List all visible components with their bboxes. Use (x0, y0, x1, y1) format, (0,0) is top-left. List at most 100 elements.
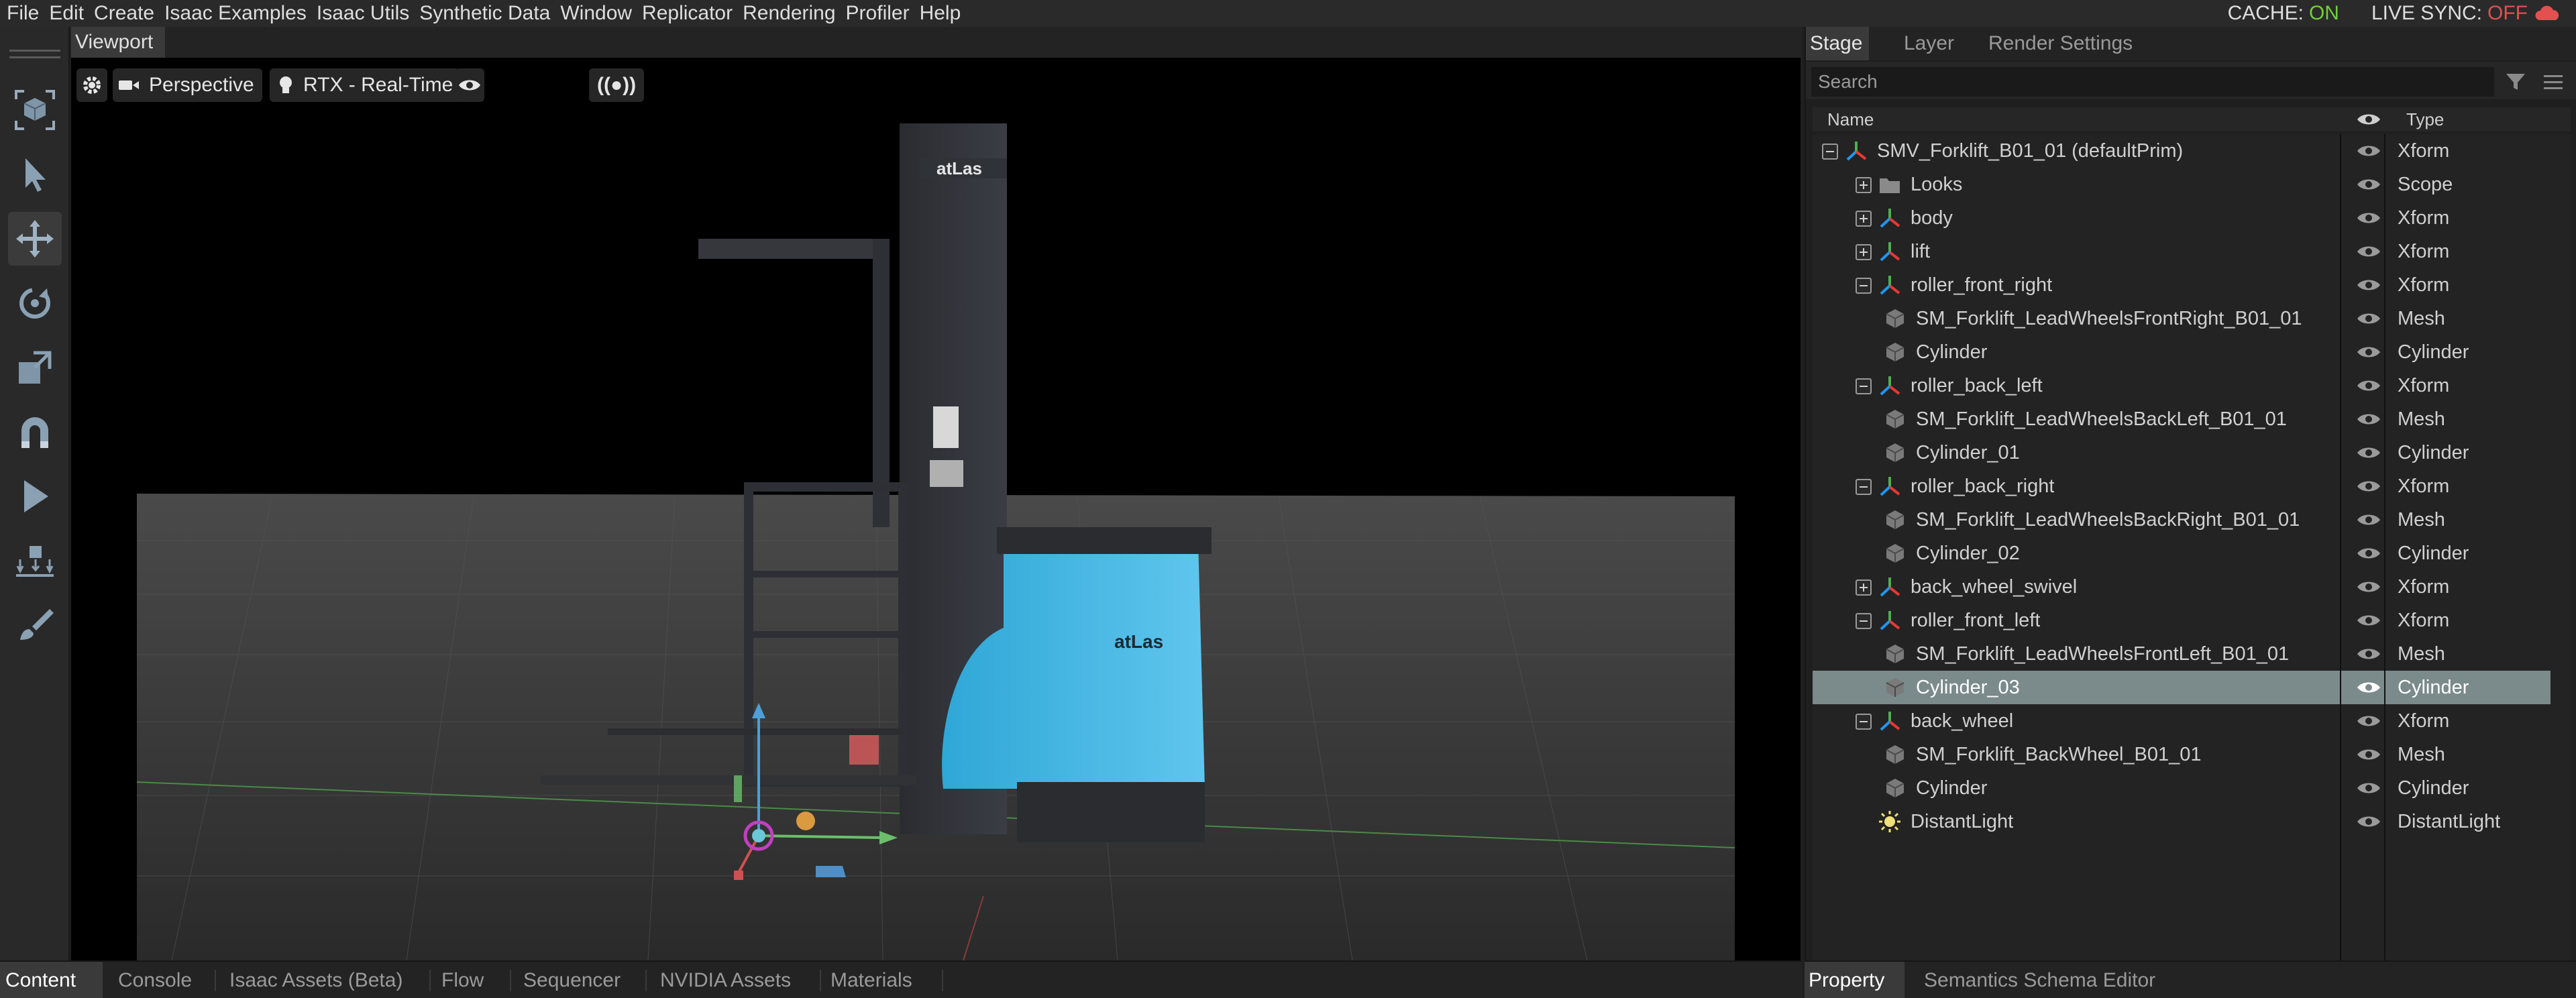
tab-nvidia-assets[interactable]: NVIDIA Assets (652, 962, 799, 998)
visibility-eye-icon[interactable] (2356, 612, 2381, 628)
visibility-menu-button[interactable] (455, 68, 484, 102)
collapse-icon[interactable] (1856, 479, 1872, 495)
visibility-eye-icon[interactable] (2356, 512, 2381, 528)
menu-file[interactable]: File (0, 2, 42, 25)
tab-stage[interactable]: Stage (1806, 27, 1870, 60)
visibility-eye-icon[interactable] (2356, 243, 2381, 260)
stage-tree-row[interactable]: SM_Forklift_LeadWheelsBackLeft_B01_01 Mes… (1813, 402, 2571, 436)
tab-content[interactable]: Content (0, 962, 103, 998)
visibility-eye-icon[interactable] (2356, 545, 2381, 561)
tab-console[interactable]: Console (110, 962, 200, 998)
cache-status[interactable]: ON (2309, 2, 2339, 25)
expand-icon[interactable] (1856, 579, 1872, 596)
viewport-tab[interactable]: Viewport (71, 27, 166, 58)
visibility-eye-icon[interactable] (2356, 780, 2381, 796)
paint-icon[interactable] (8, 598, 62, 652)
renderer-dropdown[interactable]: RTX - Real-Time (270, 68, 460, 102)
visibility-eye-icon[interactable] (2356, 277, 2381, 293)
stage-tree-row[interactable]: Looks Scope (1813, 168, 2571, 201)
visibility-eye-icon[interactable] (2356, 646, 2381, 662)
stage-tree-row[interactable]: roller_front_left Xform (1813, 604, 2571, 637)
stage-tree-row[interactable]: roller_back_left Xform (1813, 369, 2571, 402)
snap-icon[interactable] (8, 405, 62, 459)
viewport[interactable]: atLas atLas Perspective RTX - Real-Time … (71, 58, 1801, 960)
tab-property[interactable]: Property (1805, 962, 1905, 998)
tab-materials[interactable]: Materials (822, 962, 920, 998)
cloud-icon[interactable] (2534, 5, 2561, 21)
menu-help[interactable]: Help (913, 2, 965, 25)
stage-tree-row[interactable]: SM_Forklift_LeadWheelsFrontLeft_B01_01 Me… (1813, 637, 2571, 671)
gizmo-plane-handle[interactable] (734, 775, 742, 802)
expand-icon[interactable] (1856, 177, 1872, 193)
visibility-eye-icon[interactable] (2356, 814, 2381, 830)
stage-tree-row[interactable]: Cylinder_03 Cylinder (1813, 671, 2551, 704)
menu-rendering[interactable]: Rendering (736, 2, 839, 25)
drop-to-ground-icon[interactable] (8, 534, 62, 588)
menu-edit[interactable]: Edit (42, 2, 87, 25)
stage-tree-row[interactable]: lift Xform (1813, 235, 2571, 268)
stage-tree-row[interactable]: Cylinder_02 Cylinder (1813, 537, 2571, 570)
stage-search-input[interactable] (1811, 67, 2494, 97)
gizmo-xz-plane[interactable] (816, 866, 846, 877)
collapse-icon[interactable] (1856, 714, 1872, 730)
stage-tree-row[interactable]: body Xform (1813, 201, 2571, 235)
expand-icon[interactable] (1856, 211, 1872, 227)
tab-semantics-schema-editor[interactable]: Semantics Schema Editor (1916, 962, 2163, 998)
menu-profiler[interactable]: Profiler (839, 2, 913, 25)
toolbar-grip[interactable] (9, 50, 60, 52)
stage-tree-row[interactable]: back_wheel_swivel Xform (1813, 570, 2571, 604)
stage-tree-row[interactable]: Cylinder_01 Cylinder (1813, 436, 2571, 469)
camera-dropdown[interactable]: Perspective (113, 68, 262, 102)
play-icon[interactable] (8, 469, 62, 523)
visibility-eye-icon[interactable] (2356, 579, 2381, 595)
collapse-icon[interactable] (1856, 278, 1872, 294)
collapse-icon[interactable] (1856, 378, 1872, 394)
visibility-eye-icon[interactable] (2356, 713, 2381, 729)
live-sync-status[interactable]: OFF (2487, 2, 2528, 25)
tab-layer[interactable]: Layer (1897, 27, 1961, 60)
menu-synthetic-data[interactable]: Synthetic Data (413, 2, 553, 25)
visibility-eye-icon[interactable] (2356, 478, 2381, 494)
visibility-eye-icon[interactable] (2356, 143, 2381, 159)
menu-isaac-examples[interactable]: Isaac Examples (158, 2, 310, 25)
rotate-icon[interactable] (8, 276, 62, 330)
collapse-icon[interactable] (1856, 613, 1872, 629)
visibility-eye-icon[interactable] (2356, 746, 2381, 763)
select-arrow-icon[interactable] (8, 148, 62, 201)
menu-create[interactable]: Create (87, 2, 158, 25)
column-name-header[interactable]: Name (1827, 109, 1874, 130)
broadcast-button[interactable]: ((●)) (589, 68, 645, 102)
select-mode-icon[interactable] (8, 83, 62, 137)
viewport-settings-button[interactable] (76, 68, 107, 102)
tab-sequencer[interactable]: Sequencer (515, 962, 629, 998)
stage-tree-row[interactable]: back_wheel Xform (1813, 704, 2571, 738)
collapse-icon[interactable] (1822, 144, 1838, 160)
stage-tree-row[interactable]: Cylinder Cylinder (1813, 771, 2571, 805)
column-type-header[interactable]: Type (2406, 109, 2444, 130)
visibility-eye-icon[interactable] (2356, 311, 2381, 327)
menu-replicator[interactable]: Replicator (635, 2, 736, 25)
move-icon[interactable] (8, 212, 62, 266)
menu-window[interactable]: Window (553, 2, 635, 25)
visibility-column-eye-icon[interactable] (2356, 111, 2381, 127)
stage-tree-row[interactable]: DistantLight DistantLight (1813, 805, 2571, 838)
filter-icon[interactable] (2504, 70, 2528, 94)
visibility-eye-icon[interactable] (2356, 344, 2381, 360)
stage-tree-row[interactable]: SM_Forklift_LeadWheelsBackRight_B01_01 Me… (1813, 503, 2571, 537)
stage-tree-row[interactable]: roller_front_right Xform (1813, 268, 2571, 302)
visibility-eye-icon[interactable] (2356, 679, 2381, 696)
visibility-eye-icon[interactable] (2356, 176, 2381, 192)
expand-icon[interactable] (1856, 244, 1872, 260)
stage-tree-row[interactable]: Cylinder Cylinder (1813, 335, 2571, 369)
stage-tree-row[interactable]: SM_Forklift_BackWheel_B01_01 Mesh (1813, 738, 2571, 771)
scene-render[interactable]: atLas atLas (71, 58, 1801, 960)
stage-tree-row[interactable]: SM_Forklift_LeadWheelsFrontRight_B01_01 M… (1813, 302, 2571, 335)
column-divider-name[interactable] (2340, 134, 2341, 981)
stage-tree-row[interactable]: roller_back_right Xform (1813, 469, 2571, 503)
visibility-eye-icon[interactable] (2356, 445, 2381, 461)
visibility-eye-icon[interactable] (2356, 411, 2381, 427)
tab-isaac-assets[interactable]: Isaac Assets (Beta) (221, 962, 411, 998)
scale-icon[interactable] (8, 341, 62, 394)
visibility-eye-icon[interactable] (2356, 378, 2381, 394)
tab-flow[interactable]: Flow (433, 962, 492, 998)
